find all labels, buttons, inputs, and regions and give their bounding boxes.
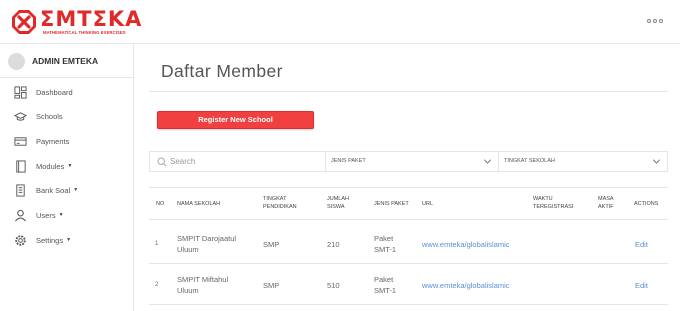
edit-button[interactable]: Edit (635, 280, 648, 291)
register-new-school-button[interactable]: Register New School (157, 111, 314, 129)
document-icon (13, 183, 27, 197)
col-header-nama-sekolah: NAMA SEKOLAH (177, 201, 221, 207)
dashboard-icon (13, 85, 27, 99)
sidebar-item-label: Schools (36, 111, 63, 121)
chevron-down-icon: ▼ (66, 237, 72, 243)
table-header: NO NAMA SEKOLAH TINGKAT PENDIDIKAN JUMLAH… (149, 187, 668, 220)
col-header-tingkat: TINGKAT PENDIDIKAN (263, 196, 297, 210)
brand-name: ΣMTΣKA (40, 7, 143, 31)
jenis-paket-select[interactable]: JENIS PAKET (325, 152, 498, 171)
cell-tingkat: SMP (263, 240, 280, 249)
col-header-masa: MASA AKTIF (598, 196, 614, 210)
sidebar-item-label: Modules (36, 161, 65, 171)
avatar (8, 52, 25, 70)
col-header-jumlah: JUMLAH SISWA (327, 196, 350, 210)
sidebar-item-label: Users (36, 210, 56, 220)
cell-jumlah: 210 (327, 240, 340, 249)
brand-logo[interactable]: ΣMTΣKA MATHEMATICAL THINKING EXERCISES (11, 7, 143, 37)
brand-tagline: MATHEMATICAL THINKING EXERCISES (43, 30, 126, 35)
gear-icon (13, 233, 27, 247)
top-bar: ΣMTΣKA MATHEMATICAL THINKING EXERCISES (0, 0, 680, 44)
user-name: ADMIN EMTEKA (32, 56, 99, 66)
sidebar-item-label: Settings (36, 235, 64, 245)
cell-jenis-paket: Paket SMT-1 (374, 275, 397, 295)
jenis-paket-label: JENIS PAKET (331, 158, 366, 164)
title-divider (149, 91, 668, 92)
search-input[interactable] (170, 154, 320, 169)
chevron-down-icon (484, 159, 491, 164)
sidebar-item-label: Bank Soal (36, 185, 71, 195)
cell-no: 1 (155, 241, 159, 247)
sidebar-item-payments[interactable]: Payments (13, 133, 69, 149)
page-title: Daftar Member (161, 61, 283, 81)
table-row: 2 SMPIT Miftahul Uluum SMP 510 Paket SMT-1… (149, 268, 668, 305)
sidebar-item-schools[interactable]: Schools (13, 108, 63, 124)
col-header-waktu: WAKTU TEREGISTRASI (533, 196, 574, 210)
cell-url-link[interactable]: www.emteka/globalislamic (422, 280, 510, 291)
sidebar-item-settings[interactable]: Settings ▼ (13, 232, 71, 248)
sidebar-item-bank-soal[interactable]: Bank Soal ▼ (13, 182, 78, 198)
book-icon (13, 159, 27, 173)
sidebar-item-dashboard[interactable]: Dashboard (13, 84, 73, 100)
sidebar: ADMIN EMTEKA Dashboard Schools Payments … (0, 44, 134, 311)
user-profile[interactable]: ADMIN EMTEKA (8, 52, 98, 70)
chevron-down-icon: ▼ (58, 212, 64, 218)
cell-jumlah: 510 (327, 281, 340, 290)
col-header-no: NO (156, 201, 165, 207)
sidebar-item-label: Dashboard (36, 87, 73, 97)
more-horizontal-icon[interactable] (647, 19, 663, 25)
cell-nama-sekolah: SMPIT Darojaatul Uluum (177, 234, 237, 254)
table-row: 1 SMPIT Darojaatul Uluum SMP 210 Paket SMT… (149, 227, 668, 264)
col-header-url: URL (422, 201, 434, 207)
col-header-actions: ACTIONS (634, 201, 659, 207)
search-icon (157, 157, 167, 167)
graduation-cap-icon (13, 109, 27, 123)
logo-mark-icon (12, 10, 36, 34)
chevron-down-icon (653, 159, 660, 164)
sidebar-item-users[interactable]: Users ▼ (13, 207, 64, 223)
tingkat-sekolah-select[interactable]: TINGKAT SEKOLAH (498, 152, 667, 171)
cell-url-link[interactable]: www.emteka/globalislamic (422, 239, 510, 250)
sidebar-item-modules[interactable]: Modules ▼ (13, 158, 72, 174)
cell-no: 2 (155, 282, 159, 288)
tingkat-sekolah-label: TINGKAT SEKOLAH (504, 158, 555, 164)
user-icon (13, 208, 27, 222)
cell-jenis-paket: Paket SMT-1 (374, 234, 397, 254)
cell-tingkat: SMP (263, 281, 280, 290)
edit-button[interactable]: Edit (635, 239, 648, 250)
col-header-jenis-paket: JENIS PAKET (374, 201, 409, 207)
chevron-down-icon: ▼ (67, 163, 73, 169)
filter-bar: JENIS PAKET TINGKAT SEKOLAH (149, 151, 668, 172)
cell-nama-sekolah: SMPIT Miftahul Uluum (177, 275, 229, 295)
credit-card-icon (13, 134, 27, 148)
sidebar-divider (0, 77, 134, 78)
sidebar-item-label: Payments (36, 136, 70, 146)
chevron-down-icon: ▼ (73, 187, 79, 193)
